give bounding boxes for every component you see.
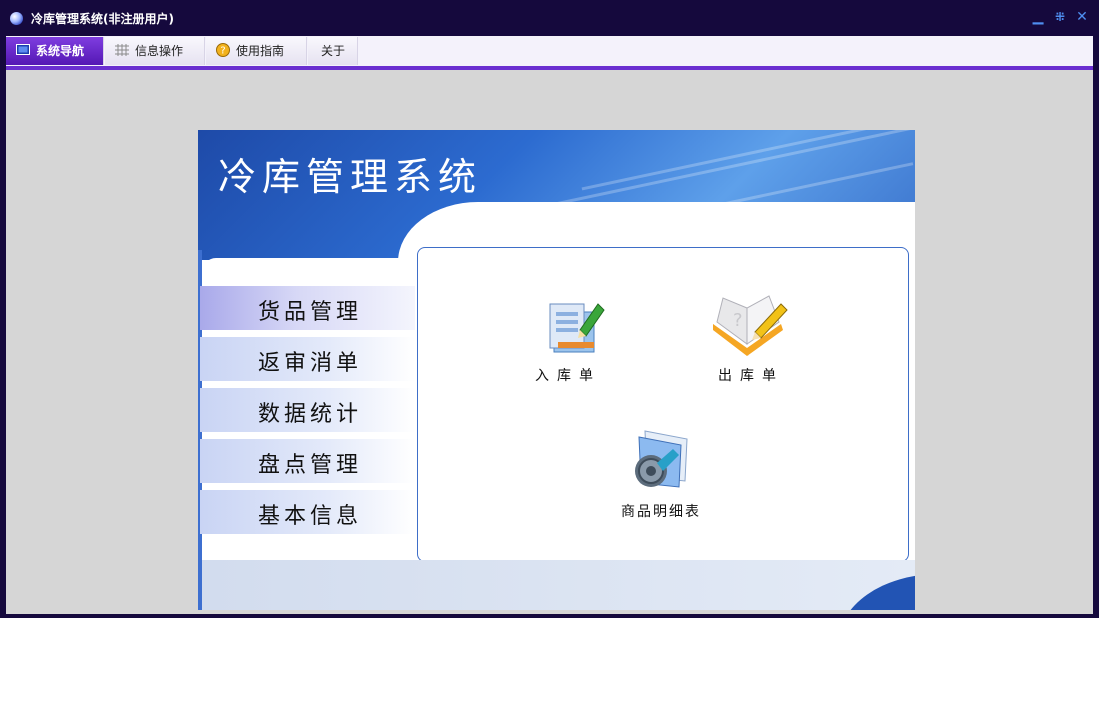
panel-footer: [202, 560, 915, 610]
banner-title: 冷库管理系统: [218, 155, 483, 199]
nav-item-label: 基本信息: [258, 504, 363, 529]
tab-system-navigation[interactable]: 系统导航: [6, 37, 104, 65]
svg-text:?: ?: [220, 46, 225, 57]
title-bar[interactable]: 冷库管理系统(非注册用户) ▁ ⁜ ✕: [0, 0, 1099, 36]
function-label: 商品明细表: [621, 504, 701, 520]
minimize-icon[interactable]: ▁: [1030, 8, 1046, 26]
function-label: 入库单: [535, 368, 601, 384]
tab-about[interactable]: 关于: [308, 37, 358, 65]
grid-icon: [115, 44, 129, 56]
nav-item-goods-management[interactable]: 货品管理: [200, 286, 415, 330]
window-title: 冷库管理系统(非注册用户): [31, 12, 174, 26]
nav-item-basic-info[interactable]: 基本信息: [200, 490, 415, 534]
nav-item-label: 返审消单: [258, 351, 363, 376]
restore-icon[interactable]: ⁜: [1052, 8, 1068, 26]
nav-item-statistics[interactable]: 数据统计: [200, 388, 415, 432]
tab-label: 信息操作: [135, 44, 184, 58]
tab-label: 关于: [321, 44, 346, 58]
tab-label: 使用指南: [236, 44, 285, 58]
menu-bar: 系统导航 信息操作 ? 使用指南 关于: [6, 36, 1093, 70]
inbound-form-button[interactable]: 入库单: [518, 288, 638, 388]
function-area: 入库单 ? 出库单 商品明细表: [417, 247, 909, 562]
function-label: 出库单: [718, 368, 784, 384]
tab-info-operation[interactable]: 信息操作: [105, 37, 205, 65]
nav-item-label: 货品管理: [258, 300, 363, 325]
nav-item-label: 数据统计: [258, 402, 363, 427]
app-logo-icon: [10, 12, 23, 25]
goods-detail-button[interactable]: 商品明细表: [603, 423, 723, 523]
tab-user-guide[interactable]: ? 使用指南: [206, 37, 307, 65]
settings-folder-icon: [635, 430, 688, 488]
monitor-icon: [16, 44, 30, 55]
outbound-book-icon: ?: [713, 295, 788, 356]
svg-text:?: ?: [733, 310, 743, 331]
help-icon: ?: [216, 43, 230, 57]
navigation-panel: 冷库管理系统 货品管理 返审消单 数据统计 盘点管理 基本信息 入库单 ? 出库…: [198, 130, 915, 610]
tab-label: 系统导航: [36, 44, 85, 58]
inbound-form-icon: [549, 303, 605, 353]
outbound-form-button[interactable]: ? 出库单: [701, 288, 821, 388]
nav-item-label: 盘点管理: [258, 453, 363, 478]
close-icon[interactable]: ✕: [1074, 8, 1090, 26]
nav-item-inventory-check[interactable]: 盘点管理: [200, 439, 415, 483]
nav-item-review-cancel[interactable]: 返审消单: [200, 337, 415, 381]
